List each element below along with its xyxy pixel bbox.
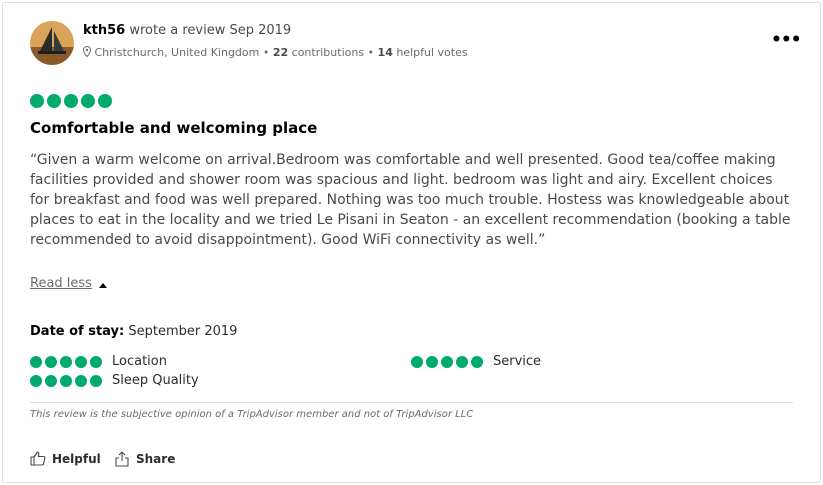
date-of-stay: Date of stay: September 2019 bbox=[30, 324, 237, 339]
share-button[interactable]: Share bbox=[114, 451, 175, 467]
sub-rating-bubbles bbox=[30, 374, 102, 387]
date-of-stay-label: Date of stay: bbox=[30, 324, 125, 339]
sub-rating-sleep-quality: Sleep Quality bbox=[30, 373, 199, 388]
sub-rating-bubbles bbox=[411, 355, 483, 368]
rating-bubble bbox=[75, 355, 87, 368]
rating-bubble bbox=[60, 355, 72, 368]
thumbs-up-icon bbox=[30, 451, 46, 466]
date-of-stay-value: September 2019 bbox=[128, 324, 238, 339]
rating-bubble bbox=[98, 94, 112, 108]
author-name[interactable]: kth56 bbox=[83, 23, 125, 38]
helpful-votes-label: helpful votes bbox=[396, 46, 468, 59]
contributions-count: 22 bbox=[272, 46, 289, 59]
rating-bubble bbox=[30, 355, 42, 368]
review-rating bbox=[30, 94, 112, 108]
rating-bubble bbox=[426, 355, 438, 368]
rating-bubble bbox=[45, 374, 57, 387]
rating-bubble bbox=[30, 94, 44, 108]
rating-bubble bbox=[45, 355, 57, 368]
rating-bubble bbox=[456, 355, 468, 368]
author-location: Christchurch, United Kingdom bbox=[94, 46, 260, 59]
helpful-votes-count: 14 bbox=[377, 46, 393, 59]
sub-rating-location: Location bbox=[30, 354, 167, 369]
avatar-image bbox=[30, 21, 74, 65]
review-card: kth56 wrote a review Sep 2019 Christchur… bbox=[2, 2, 821, 483]
share-icon bbox=[115, 451, 129, 467]
rating-bubble bbox=[30, 374, 42, 387]
rating-bubble bbox=[441, 355, 453, 368]
rating-bubble bbox=[90, 374, 102, 387]
sub-rating-bubbles bbox=[30, 355, 102, 368]
helpful-label: Helpful bbox=[52, 451, 101, 466]
share-label: Share bbox=[136, 452, 176, 466]
rating-bubble bbox=[64, 94, 78, 108]
sub-rating-label: Sleep Quality bbox=[112, 373, 199, 388]
read-less-link[interactable]: Read less bbox=[30, 276, 92, 291]
author-meta: Christchurch, United Kingdom • 22 contri… bbox=[82, 45, 468, 59]
sub-rating-service: Service bbox=[411, 354, 541, 369]
avatar[interactable] bbox=[30, 21, 74, 65]
rating-bubble bbox=[90, 355, 102, 368]
more-options-icon[interactable]: ••• bbox=[771, 30, 802, 50]
sub-rating-label: Service bbox=[493, 354, 542, 369]
rating-bubble bbox=[81, 94, 95, 108]
rating-bubble bbox=[471, 355, 483, 368]
review-text: “Given a warm welcome on arrival.Bedroom… bbox=[30, 152, 791, 248]
rating-bubble bbox=[75, 374, 87, 387]
helpful-button[interactable]: Helpful bbox=[30, 451, 101, 466]
rating-bubble bbox=[47, 94, 61, 108]
divider bbox=[30, 402, 793, 403]
review-disclaimer: This review is the subjective opinion of… bbox=[30, 409, 474, 420]
rating-bubble bbox=[60, 374, 72, 387]
review-author-line: kth56 wrote a review Sep 2019 bbox=[83, 23, 291, 38]
review-title[interactable]: Comfortable and welcoming place bbox=[30, 119, 317, 137]
review-action-text: wrote a review Sep 2019 bbox=[129, 23, 292, 38]
contributions-label: contributions bbox=[291, 46, 365, 59]
caret-up-icon[interactable] bbox=[99, 283, 107, 288]
sub-rating-label: Location bbox=[112, 354, 167, 369]
rating-bubble bbox=[411, 355, 423, 368]
map-pin-icon bbox=[82, 45, 92, 58]
